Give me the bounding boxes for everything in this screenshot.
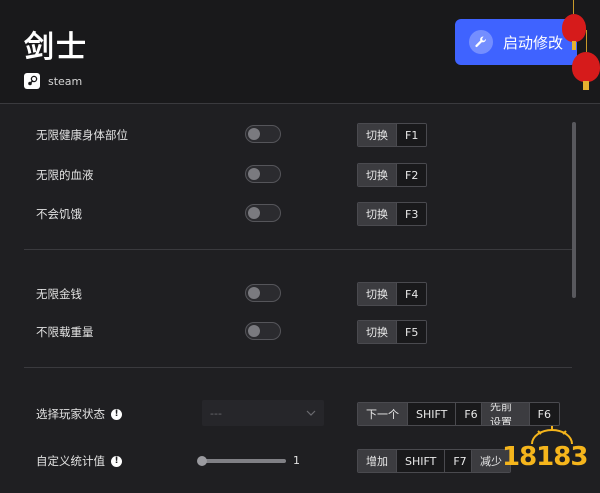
lantern-string xyxy=(573,0,574,14)
hotkey-action: 切换 xyxy=(358,124,396,146)
scrollbar[interactable] xyxy=(572,122,576,298)
section-divider xyxy=(24,249,572,250)
hotkey-action: 下一个 xyxy=(358,403,407,425)
wrench-icon xyxy=(469,30,493,54)
lantern-decoration xyxy=(562,14,586,50)
hotkey-next[interactable]: 下一个 SHIFT F6 xyxy=(357,402,487,426)
cheat-row: 不限载重量 切换 F5 xyxy=(0,317,560,347)
cheat-row: 不会饥饿 切换 F3 xyxy=(0,199,560,229)
cheat-label: 无限的血液 xyxy=(36,168,94,182)
steam-icon xyxy=(24,73,40,89)
slider-value: 1 xyxy=(293,454,300,467)
hotkey-key: F2 xyxy=(396,164,427,186)
header: 剑士 steam 启动修改 xyxy=(0,0,600,104)
cheat-toggle[interactable] xyxy=(245,165,281,183)
cheat-label: 不限载重量 xyxy=(36,325,94,339)
hotkey-toggle[interactable]: 切换 F1 xyxy=(357,123,428,147)
section-divider xyxy=(24,367,572,368)
lantern-string xyxy=(586,30,587,52)
hotkey-modifier: SHIFT xyxy=(396,450,445,472)
cheat-toggle[interactable] xyxy=(245,204,281,222)
cheat-toggle[interactable] xyxy=(245,125,281,143)
hotkey-key: F1 xyxy=(396,124,427,146)
info-icon[interactable]: ! xyxy=(111,408,122,420)
player-state-select[interactable]: --- xyxy=(202,400,324,426)
hotkey-toggle[interactable]: 切换 F3 xyxy=(357,202,428,226)
hotkey-key: F5 xyxy=(396,321,427,343)
cheat-toggle[interactable] xyxy=(245,284,281,302)
watermark-logo: 18183 xyxy=(500,422,600,493)
launch-label: 启动修改 xyxy=(503,33,564,52)
cheat-row: 无限健康身体部位 切换 F1 xyxy=(0,120,560,150)
cheat-label: 无限健康身体部位 xyxy=(36,128,128,142)
hotkey-toggle[interactable]: 切换 F4 xyxy=(357,282,428,306)
player-state-label: 选择玩家状态 xyxy=(36,407,105,421)
chevron-down-icon xyxy=(306,410,316,416)
scrollbar-thumb[interactable] xyxy=(572,122,576,298)
lantern-decoration xyxy=(572,52,600,90)
hotkey-modifier: SHIFT xyxy=(407,403,456,425)
custom-stat-label: 自定义统计值 xyxy=(36,454,105,468)
custom-stat-row: 自定义统计值 ! 1 增加 SHIFT F7 减少 xyxy=(0,446,560,476)
platform-label: steam xyxy=(48,74,83,88)
select-value: --- xyxy=(210,406,222,420)
cheat-label: 不会饥饿 xyxy=(36,207,82,221)
info-icon[interactable]: ! xyxy=(111,455,122,467)
toggle-knob xyxy=(248,325,260,337)
cheat-label: 选择玩家状态 ! xyxy=(36,406,122,422)
hotkey-action: 切换 xyxy=(358,203,396,225)
hotkey-toggle[interactable]: 切换 F2 xyxy=(357,163,428,187)
toggle-knob xyxy=(248,207,260,219)
hotkey-action: 切换 xyxy=(358,321,396,343)
cheat-row: 无限金钱 切换 F4 xyxy=(0,279,560,309)
hotkey-action: 切换 xyxy=(358,164,396,186)
launch-trainer-button[interactable]: 启动修改 xyxy=(455,19,577,65)
hotkey-key: F3 xyxy=(396,203,427,225)
cheat-row: 无限的血液 切换 F2 xyxy=(0,160,560,190)
stat-slider-track[interactable] xyxy=(202,459,286,463)
hotkey-action: 切换 xyxy=(358,283,396,305)
hotkey-toggle[interactable]: 切换 F5 xyxy=(357,320,428,344)
cheat-toggle[interactable] xyxy=(245,322,281,340)
toggle-knob xyxy=(248,168,260,180)
game-title: 剑士 xyxy=(24,30,88,65)
watermark-text: 18183 xyxy=(502,442,588,472)
hotkey-action: 增加 xyxy=(358,450,396,472)
hotkey-key: F4 xyxy=(396,283,427,305)
platform-badge: steam xyxy=(24,73,82,89)
stat-slider-handle[interactable] xyxy=(197,456,207,466)
toggle-knob xyxy=(248,287,260,299)
hotkey-increase[interactable]: 增加 SHIFT F7 xyxy=(357,449,476,473)
cheat-label: 自定义统计值 ! xyxy=(36,453,122,469)
player-state-row: 选择玩家状态 ! --- 下一个 SHIFT F6 先前设置 F6 xyxy=(0,399,560,429)
cheat-label: 无限金钱 xyxy=(36,287,82,301)
toggle-knob xyxy=(248,128,260,140)
